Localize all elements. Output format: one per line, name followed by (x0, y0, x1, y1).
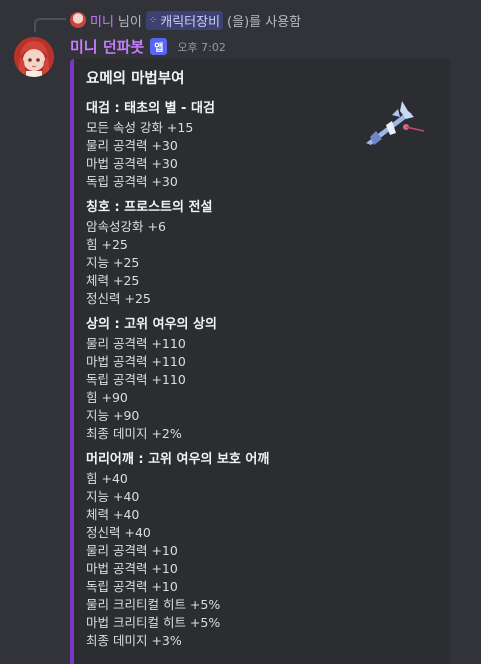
embed-field: 상의 : 고위 여우의 상의물리 공격력 +110 마법 공격력 +110 독립 공… (86, 315, 438, 443)
embed-field: 머리어깨 : 고위 여우의 보호 어깨힘 +40 지능 +40 체력 +40 정신력 … (86, 450, 438, 650)
weapon-thumbnail[interactable] (362, 97, 426, 149)
author-name[interactable]: 미니 던파봇 (70, 36, 144, 57)
bot-avatar[interactable] (14, 37, 54, 77)
reply-user-avatar (70, 12, 86, 28)
field-value-line: 지능 +40 (86, 489, 140, 504)
field-value-line: 정신력 +40 (86, 525, 151, 540)
reply-action: (을)를 사용함 (227, 14, 302, 30)
field-value-line: 지능 +90 (86, 408, 140, 423)
app-command-icon: ⁘ (148, 14, 158, 26)
embed-fields: 대검 : 태초의 별 - 대검 모든 속성 강화 +15 물리 공격력 +30 마법 … (86, 99, 438, 650)
embed-title: 요메의 마법부여 (86, 71, 185, 87)
field-value-line: 힘 +40 (86, 471, 128, 486)
app-tag: 앱 (150, 38, 168, 55)
field-value-line: 독립 공격력 +30 (86, 174, 178, 189)
slash-command-chip[interactable]: ⁘ 캐릭터장비 (145, 10, 224, 30)
embed-card: 요메의 마법부여 대검 : 태초의 별 - 대검 모든 속성 강화 +15 물리 공… (70, 59, 450, 664)
reply-context[interactable]: 미니 님이 ⁘ 캐릭터장비 (을)를 사용함 (70, 10, 302, 30)
field-value-line: 물리 크리티컬 히트 +5% (86, 597, 221, 612)
reply-suffix: 님이 (117, 14, 142, 30)
timestamp[interactable]: 오후 7:02 (177, 39, 225, 55)
field-value-line: 최종 데미지 +2% (86, 426, 182, 441)
field-value-line: 마법 공격력 +10 (86, 561, 178, 576)
field-value-line: 물리 공격력 +110 (86, 336, 186, 351)
field-value-line: 마법 공격력 +110 (86, 354, 186, 369)
field-value-line: 힘 +90 (86, 390, 128, 405)
embed-field: 칭호 : 프로스트의 전설암속성강화 +6 힘 +25 지능 +25 체력 +25 정신… (86, 198, 438, 308)
field-value-line: 마법 공격력 +30 (86, 156, 178, 171)
field-value-line: 정신력 +25 (86, 291, 151, 306)
field-name: 머리어깨 : 고위 여우의 보호 어깨 (86, 452, 270, 467)
field-value-line: 마법 크리티컬 히트 +5% (86, 615, 221, 630)
message-header: 미니 던파봇 앱 오후 7:02 (70, 36, 226, 57)
field-value-line: 암속성강화 +6 (86, 219, 166, 234)
field-value-line: 독립 공격력 +10 (86, 579, 178, 594)
field-name: 칭호 : 프로스트의 전설 (86, 200, 213, 215)
field-value-line: 최종 데미지 +3% (86, 633, 182, 648)
field-value-line: 독립 공격력 +110 (86, 372, 186, 387)
field-value-line: 지능 +25 (86, 255, 140, 270)
field-name: 상의 : 고위 여우의 상의 (86, 317, 217, 332)
command-name: 캐릭터장비 (160, 14, 221, 30)
field-value-line: 체력 +25 (86, 273, 140, 288)
reply-connector-line (34, 18, 66, 32)
reply-username[interactable]: 미니 (90, 11, 114, 30)
field-value-line: 힘 +25 (86, 237, 128, 252)
field-value-line: 체력 +40 (86, 507, 140, 522)
field-value-line: 물리 공격력 +10 (86, 543, 178, 558)
